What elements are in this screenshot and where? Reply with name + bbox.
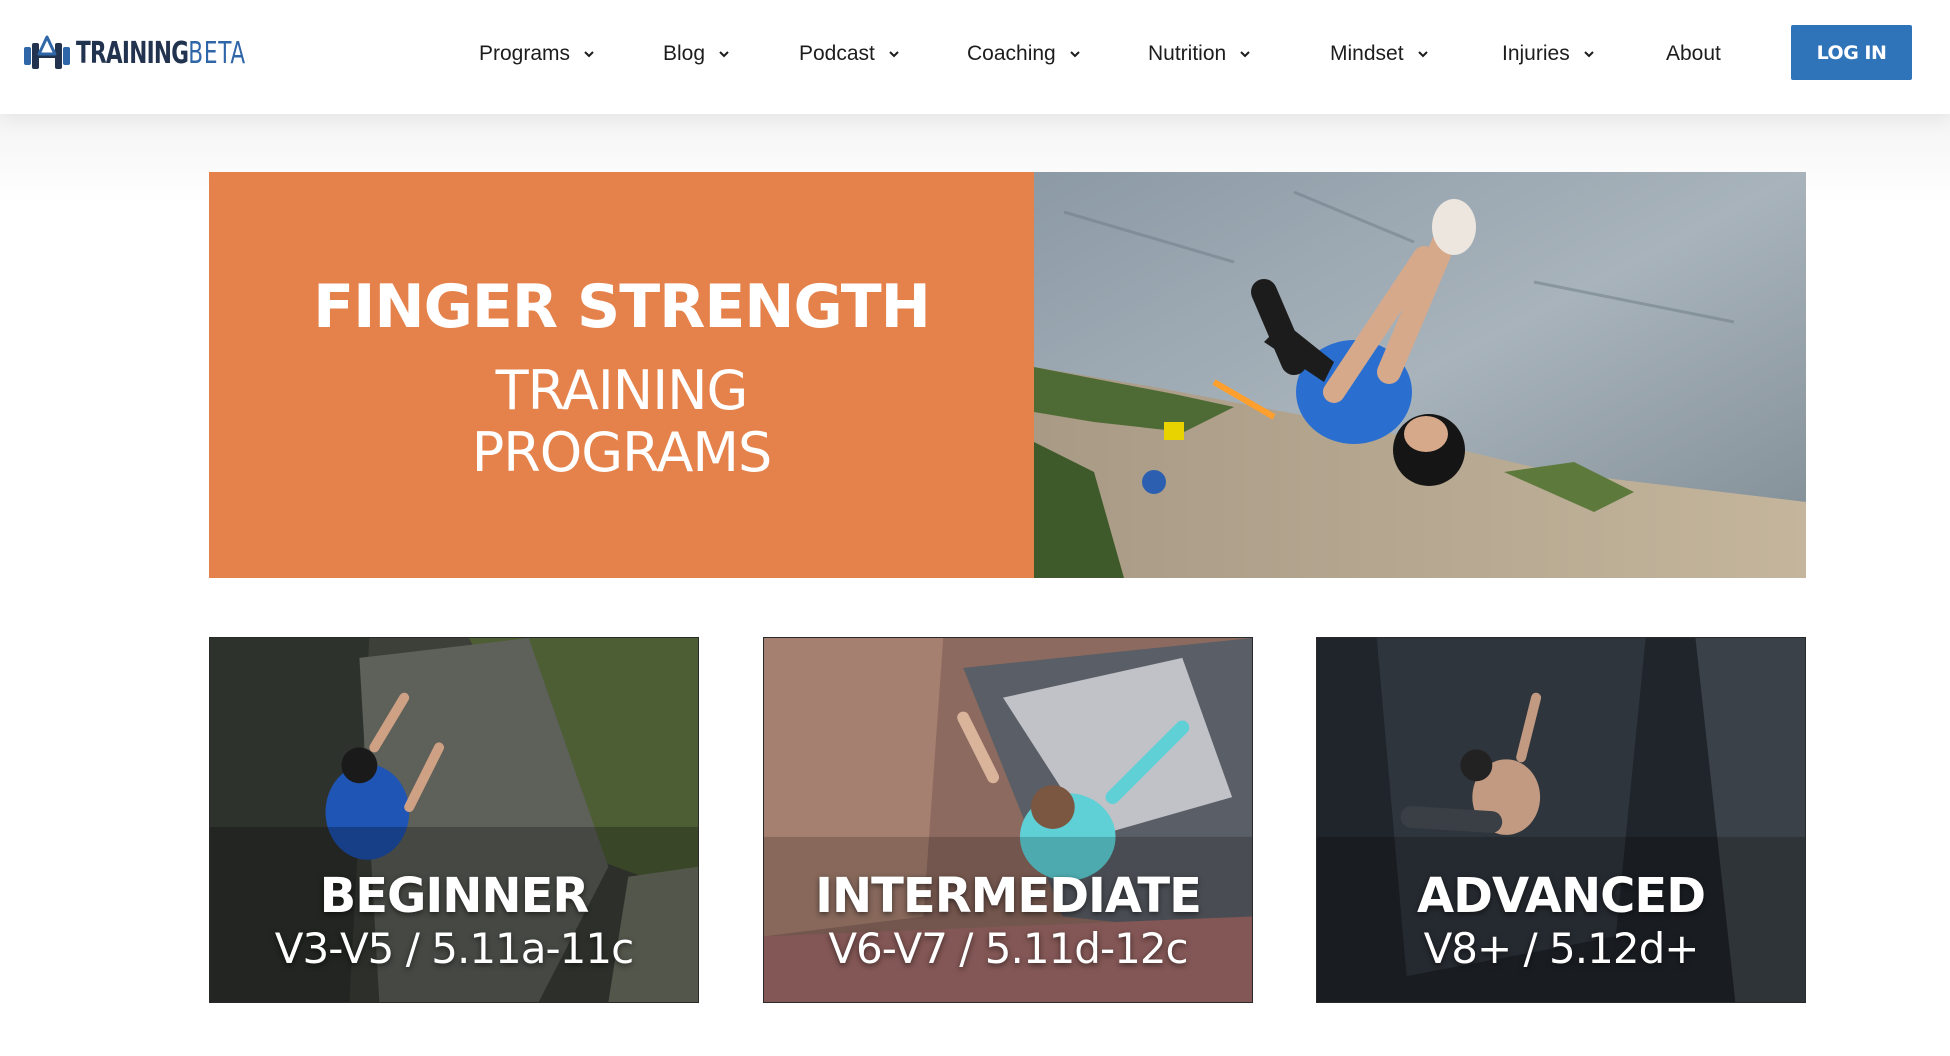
program-level: ADVANCED <box>1416 868 1706 924</box>
nav-label: Podcast <box>799 42 875 65</box>
chevron-down-icon <box>1583 51 1594 58</box>
chevron-down-icon <box>719 51 729 58</box>
hero-text-panel: FINGER STRENGTH TRAINING PROGRAMS <box>209 172 1034 578</box>
program-card-caption: INTERMEDIATE V6-V7 / 5.11d-12c <box>764 868 1252 974</box>
program-grades: V6-V7 / 5.11d-12c <box>828 924 1188 973</box>
nav-item-coaching[interactable]: Coaching <box>967 38 1082 70</box>
nav-item-about[interactable]: About <box>1666 38 1721 70</box>
nav-label: About <box>1666 42 1721 65</box>
nav-item-injuries[interactable]: Injuries <box>1502 38 1596 70</box>
nav-label: Blog <box>663 42 706 65</box>
nav-label: Nutrition <box>1148 42 1227 65</box>
program-grades: V3-V5 / 5.11a-11c <box>274 924 634 973</box>
program-card-caption: ADVANCED V8+ / 5.12d+ <box>1317 868 1805 974</box>
program-grades: V8+ / 5.12d+ <box>1423 924 1700 973</box>
chevron-down-icon <box>584 51 594 58</box>
hero-subtitle-line2: PROGRAMS <box>471 421 773 484</box>
program-card-caption: BEGINNER V3-V5 / 5.11a-11c <box>210 868 698 974</box>
program-card-advanced[interactable]: ADVANCED V8+ / 5.12d+ <box>1316 637 1806 1003</box>
site-header: TRAININGBETA Programs Blog Podcast Coach… <box>0 0 1950 114</box>
chevron-down-icon <box>1240 51 1250 58</box>
nav-item-podcast[interactable]: Podcast <box>799 38 901 70</box>
chevron-down-icon <box>889 51 899 58</box>
program-card-intermediate[interactable]: INTERMEDIATE V6-V7 / 5.11d-12c <box>763 637 1253 1003</box>
nav-item-mindset[interactable]: Mindset <box>1330 38 1430 70</box>
program-level: INTERMEDIATE <box>815 868 1202 924</box>
hero-climber-photo <box>1034 172 1806 578</box>
login-button[interactable]: LOG IN <box>1791 25 1912 80</box>
nav-label: Injuries <box>1502 42 1570 65</box>
nav-label: Mindset <box>1330 42 1404 65</box>
main-nav: Programs Blog Podcast Coaching Nutrition… <box>0 0 1950 108</box>
hero-subtitle: TRAINING PROGRAMS <box>471 359 773 484</box>
hero-banner[interactable]: FINGER STRENGTH TRAINING PROGRAMS <box>209 172 1806 578</box>
program-card-beginner[interactable]: BEGINNER V3-V5 / 5.11a-11c <box>209 637 699 1003</box>
nav-label: Coaching <box>967 42 1056 65</box>
nav-label: Programs <box>479 42 571 65</box>
chevron-down-icon <box>1417 51 1428 58</box>
nav-item-blog[interactable]: Blog <box>663 38 731 70</box>
chevron-down-icon <box>1070 51 1080 58</box>
program-level: BEGINNER <box>319 868 590 924</box>
hero-title: FINGER STRENGTH <box>313 272 931 342</box>
nav-item-programs[interactable]: Programs <box>479 38 596 70</box>
hero-subtitle-line1: TRAINING <box>495 359 749 422</box>
nav-item-nutrition[interactable]: Nutrition <box>1148 38 1252 70</box>
